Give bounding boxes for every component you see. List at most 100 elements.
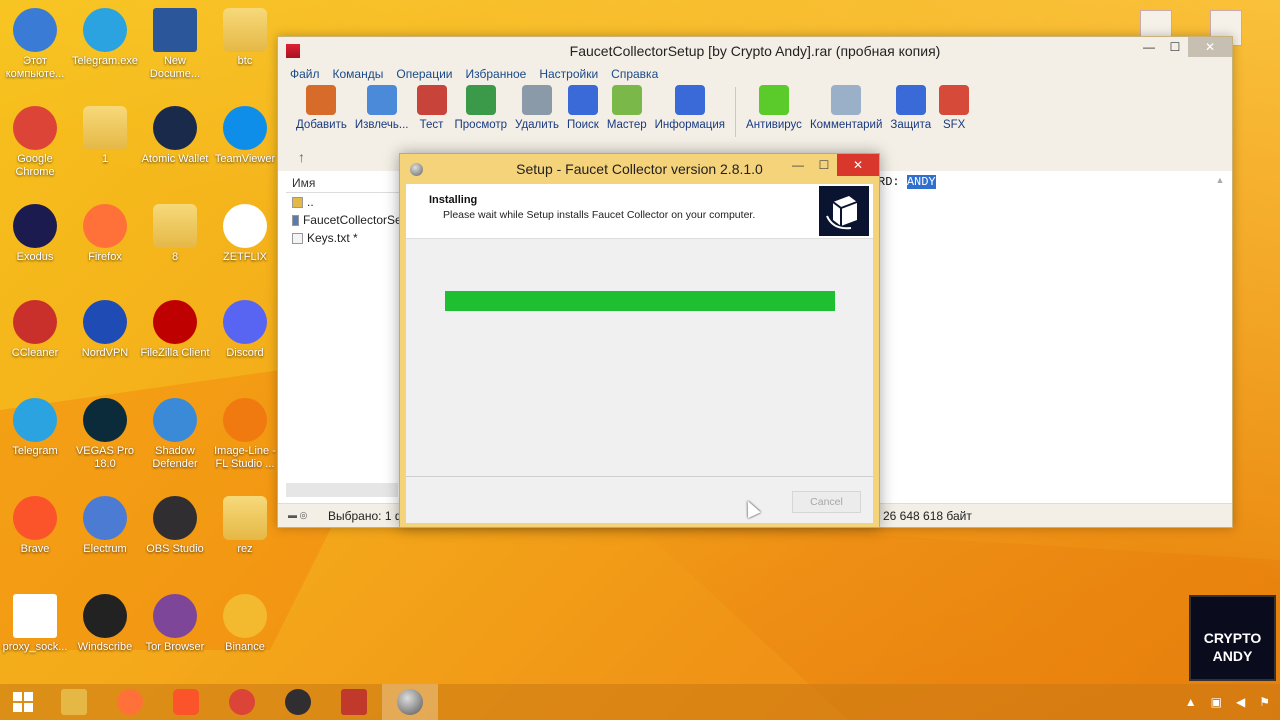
close-button[interactable]: ✕: [1188, 37, 1232, 57]
minimize-button[interactable]: —: [1136, 37, 1162, 57]
winrar-title-bar[interactable]: FaucetCollectorSetup [by Crypto Andy].ra…: [278, 37, 1232, 65]
shield-icon: [895, 85, 926, 115]
up-arrow-icon[interactable]: ↑: [298, 149, 305, 165]
desktop-icon[interactable]: Exodus: [0, 204, 70, 264]
crypto-andy-watermark: CRYPTO ANDY: [1189, 595, 1276, 681]
menu-item[interactable]: Команды: [333, 67, 384, 81]
tray-volume-icon[interactable]: ◀: [1236, 695, 1245, 709]
zetflix-icon: [223, 204, 267, 248]
file-row[interactable]: FaucetCollectorSet: [286, 211, 405, 229]
setup-title-bar[interactable]: Setup - Faucet Collector version 2.8.1.0…: [400, 154, 879, 184]
setup-title: Setup - Faucet Collector version 2.8.1.0: [516, 161, 763, 177]
taskbar-setup[interactable]: [382, 684, 438, 720]
chrome-icon: [13, 106, 57, 150]
toolbar-button-label: Мастер: [606, 119, 647, 131]
tray-network-icon[interactable]: ▣: [1211, 695, 1222, 709]
menu-item[interactable]: Операции: [396, 67, 452, 81]
desktop-icon[interactable]: Brave: [0, 496, 70, 556]
add-icon: [306, 85, 337, 115]
horizontal-scrollbar[interactable]: [286, 483, 398, 497]
desktop-icon[interactable]: NordVPN: [70, 300, 140, 360]
chrome-icon: [229, 689, 255, 715]
desktop-icon[interactable]: Binance: [210, 594, 280, 654]
toolbar-button[interactable]: Поиск: [563, 83, 603, 133]
cancel-button[interactable]: Cancel: [792, 491, 861, 513]
taskbar-winrar[interactable]: [326, 684, 382, 720]
setup-minimize-button[interactable]: —: [785, 154, 811, 176]
desktop-icon-label: Firefox: [88, 251, 122, 263]
desktop-icon[interactable]: CCleaner: [0, 300, 70, 360]
file-row[interactable]: ..: [286, 193, 405, 211]
vertical-scrollbar[interactable]: ▲: [1214, 175, 1226, 475]
toolbar-button[interactable]: SFX: [935, 83, 973, 133]
desktop-icon[interactable]: ZETFLIX: [210, 204, 280, 264]
desktop-icon[interactable]: Telegram.exe: [70, 8, 140, 68]
toolbar-button-label: Антивирус: [746, 119, 802, 131]
desktop-icon-label: CCleaner: [11, 347, 59, 359]
nordvpn-icon: [83, 300, 127, 344]
start-button[interactable]: [0, 684, 46, 720]
taskbar-chrome[interactable]: [214, 684, 270, 720]
setup-subheading: Please wait while Setup installs Faucet …: [443, 209, 756, 221]
desktop-icon[interactable]: Windscribe: [70, 594, 140, 654]
desktop-icon[interactable]: 8: [140, 204, 210, 264]
desktop-icon[interactable]: Discord: [210, 300, 280, 360]
desktop-icon[interactable]: Shadow Defender: [140, 398, 210, 471]
taskbar-explorer[interactable]: [46, 684, 102, 720]
desktop-icon[interactable]: btc: [210, 8, 280, 68]
view-book-icon: [465, 85, 496, 115]
desktop-icon[interactable]: Firefox: [70, 204, 140, 264]
toolbar-button[interactable]: Мастер: [603, 83, 651, 133]
teamviewer-icon: [223, 106, 267, 150]
desktop-icon[interactable]: Google Chrome: [0, 106, 70, 179]
desktop-icon[interactable]: FileZilla Client: [140, 300, 210, 360]
obs-icon: [285, 689, 311, 715]
menu-item[interactable]: Настройки: [539, 67, 598, 81]
desktop-icon[interactable]: Этот компьюте...: [0, 8, 70, 81]
desktop-icon[interactable]: Image-Line -FL Studio ...: [210, 398, 280, 471]
toolbar-button[interactable]: Антивирус: [742, 83, 806, 133]
file-name: FaucetCollectorSet: [302, 213, 405, 227]
taskbar-obs[interactable]: [270, 684, 326, 720]
setup-dialog[interactable]: Setup - Faucet Collector version 2.8.1.0…: [399, 153, 880, 528]
desktop-icon-label: Image-Line -FL Studio ...: [214, 445, 276, 470]
desktop-icon[interactable]: Atomic Wallet: [140, 106, 210, 166]
desktop-icon[interactable]: Electrum: [70, 496, 140, 556]
toolbar-button[interactable]: Добавить: [292, 83, 351, 133]
tray-expand-icon[interactable]: ▲: [1185, 695, 1197, 709]
desktop-icon-label: rez: [237, 543, 253, 555]
setup-close-button[interactable]: ✕: [837, 154, 879, 176]
desktop-icon[interactable]: proxy_sock...: [0, 594, 70, 654]
taskbar-firefox[interactable]: [102, 684, 158, 720]
setup-maximize-button[interactable]: ☐: [811, 154, 837, 176]
desktop-icon[interactable]: New Docume...: [140, 8, 210, 81]
desktop-icon[interactable]: OBS Studio: [140, 496, 210, 556]
file-row[interactable]: Keys.txt *: [286, 229, 405, 247]
electrum-icon: [83, 496, 127, 540]
desktop-icon-label: proxy_sock...: [2, 641, 68, 653]
desktop-icon[interactable]: Telegram: [0, 398, 70, 458]
toolbar-button[interactable]: Извлечь...: [351, 83, 413, 133]
desktop-icon[interactable]: 1: [70, 106, 140, 166]
column-name-header[interactable]: Имя: [286, 173, 405, 193]
toolbar-button[interactable]: Удалить: [511, 83, 563, 133]
menu-item[interactable]: Справка: [611, 67, 658, 81]
search-icon: [567, 85, 598, 115]
desktop-icon[interactable]: Tor Browser: [140, 594, 210, 654]
tray-flag-icon[interactable]: ⚑: [1259, 695, 1270, 709]
toolbar-button[interactable]: Защита: [886, 83, 935, 133]
desktop-icon[interactable]: rez: [210, 496, 280, 556]
menu-item[interactable]: Файл: [290, 67, 320, 81]
fl-studio-icon: [223, 398, 267, 442]
toolbar-button[interactable]: Просмотр: [451, 83, 512, 133]
sfx-icon: [939, 85, 970, 115]
maximize-button[interactable]: ☐: [1162, 37, 1188, 57]
toolbar-button[interactable]: Тест: [413, 83, 451, 133]
desktop-icon[interactable]: VEGAS Pro 18.0: [70, 398, 140, 471]
desktop-icon[interactable]: TeamViewer: [210, 106, 280, 166]
toolbar-button-label: Информация: [654, 119, 726, 131]
taskbar-brave[interactable]: [158, 684, 214, 720]
menu-item[interactable]: Избранное: [466, 67, 527, 81]
toolbar-button[interactable]: Информация: [651, 83, 729, 133]
toolbar-button[interactable]: Комментарий: [806, 83, 886, 133]
